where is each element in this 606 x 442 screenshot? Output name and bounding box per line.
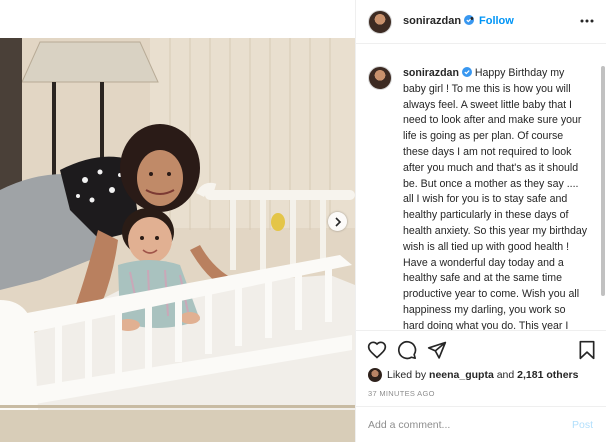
caption-scrollbar[interactable] (600, 56, 606, 330)
likes-connector: and (496, 369, 515, 381)
liker-username[interactable]: neena_gupta (429, 369, 494, 381)
post-comment-button[interactable]: Post (572, 419, 593, 431)
header-username-link[interactable]: sonirazdan (403, 15, 475, 27)
caption: sonirazdan Happy Birthday my baby girl !… (403, 66, 589, 330)
liker-avatar[interactable] (368, 368, 382, 382)
add-comment-bar: Post (356, 406, 606, 442)
next-photo-button[interactable] (328, 212, 347, 231)
post-header: sonirazdan • Follow (356, 0, 606, 44)
photo-mother-and-baby-in-crib (0, 0, 355, 442)
likes-summary: Liked by neena_gupta and 2,181 others (368, 368, 578, 382)
post-timestamp[interactable]: 37 MINUTES AGO (368, 389, 435, 398)
likes-count[interactable]: 2,181 others (517, 369, 578, 381)
post-photo[interactable] (0, 0, 355, 442)
comment-input[interactable] (368, 417, 558, 433)
follow-button[interactable]: Follow (479, 15, 514, 27)
post-side-panel: sonirazdan • Follow sonirazdan Happy Bir… (355, 0, 606, 442)
chevron-right-icon (334, 216, 341, 227)
header-username[interactable]: sonirazdan (403, 15, 461, 27)
avatar[interactable] (368, 10, 392, 34)
caption-text: Happy Birthday my baby girl ! To me this… (403, 67, 588, 330)
liked-by-prefix: Liked by (387, 369, 427, 381)
verified-badge-icon (461, 67, 472, 77)
comment-icon[interactable] (397, 340, 417, 360)
share-icon[interactable] (427, 340, 447, 360)
heart-icon[interactable] (367, 340, 387, 360)
caption-username[interactable]: sonirazdan (403, 67, 459, 79)
caption-area[interactable]: sonirazdan Happy Birthday my baby girl !… (356, 56, 606, 330)
separator-dot: • (470, 13, 474, 25)
scrollbar-thumb[interactable] (601, 66, 605, 296)
bookmark-icon[interactable] (577, 340, 597, 360)
avatar[interactable] (368, 66, 392, 90)
more-options-icon[interactable] (578, 12, 596, 30)
